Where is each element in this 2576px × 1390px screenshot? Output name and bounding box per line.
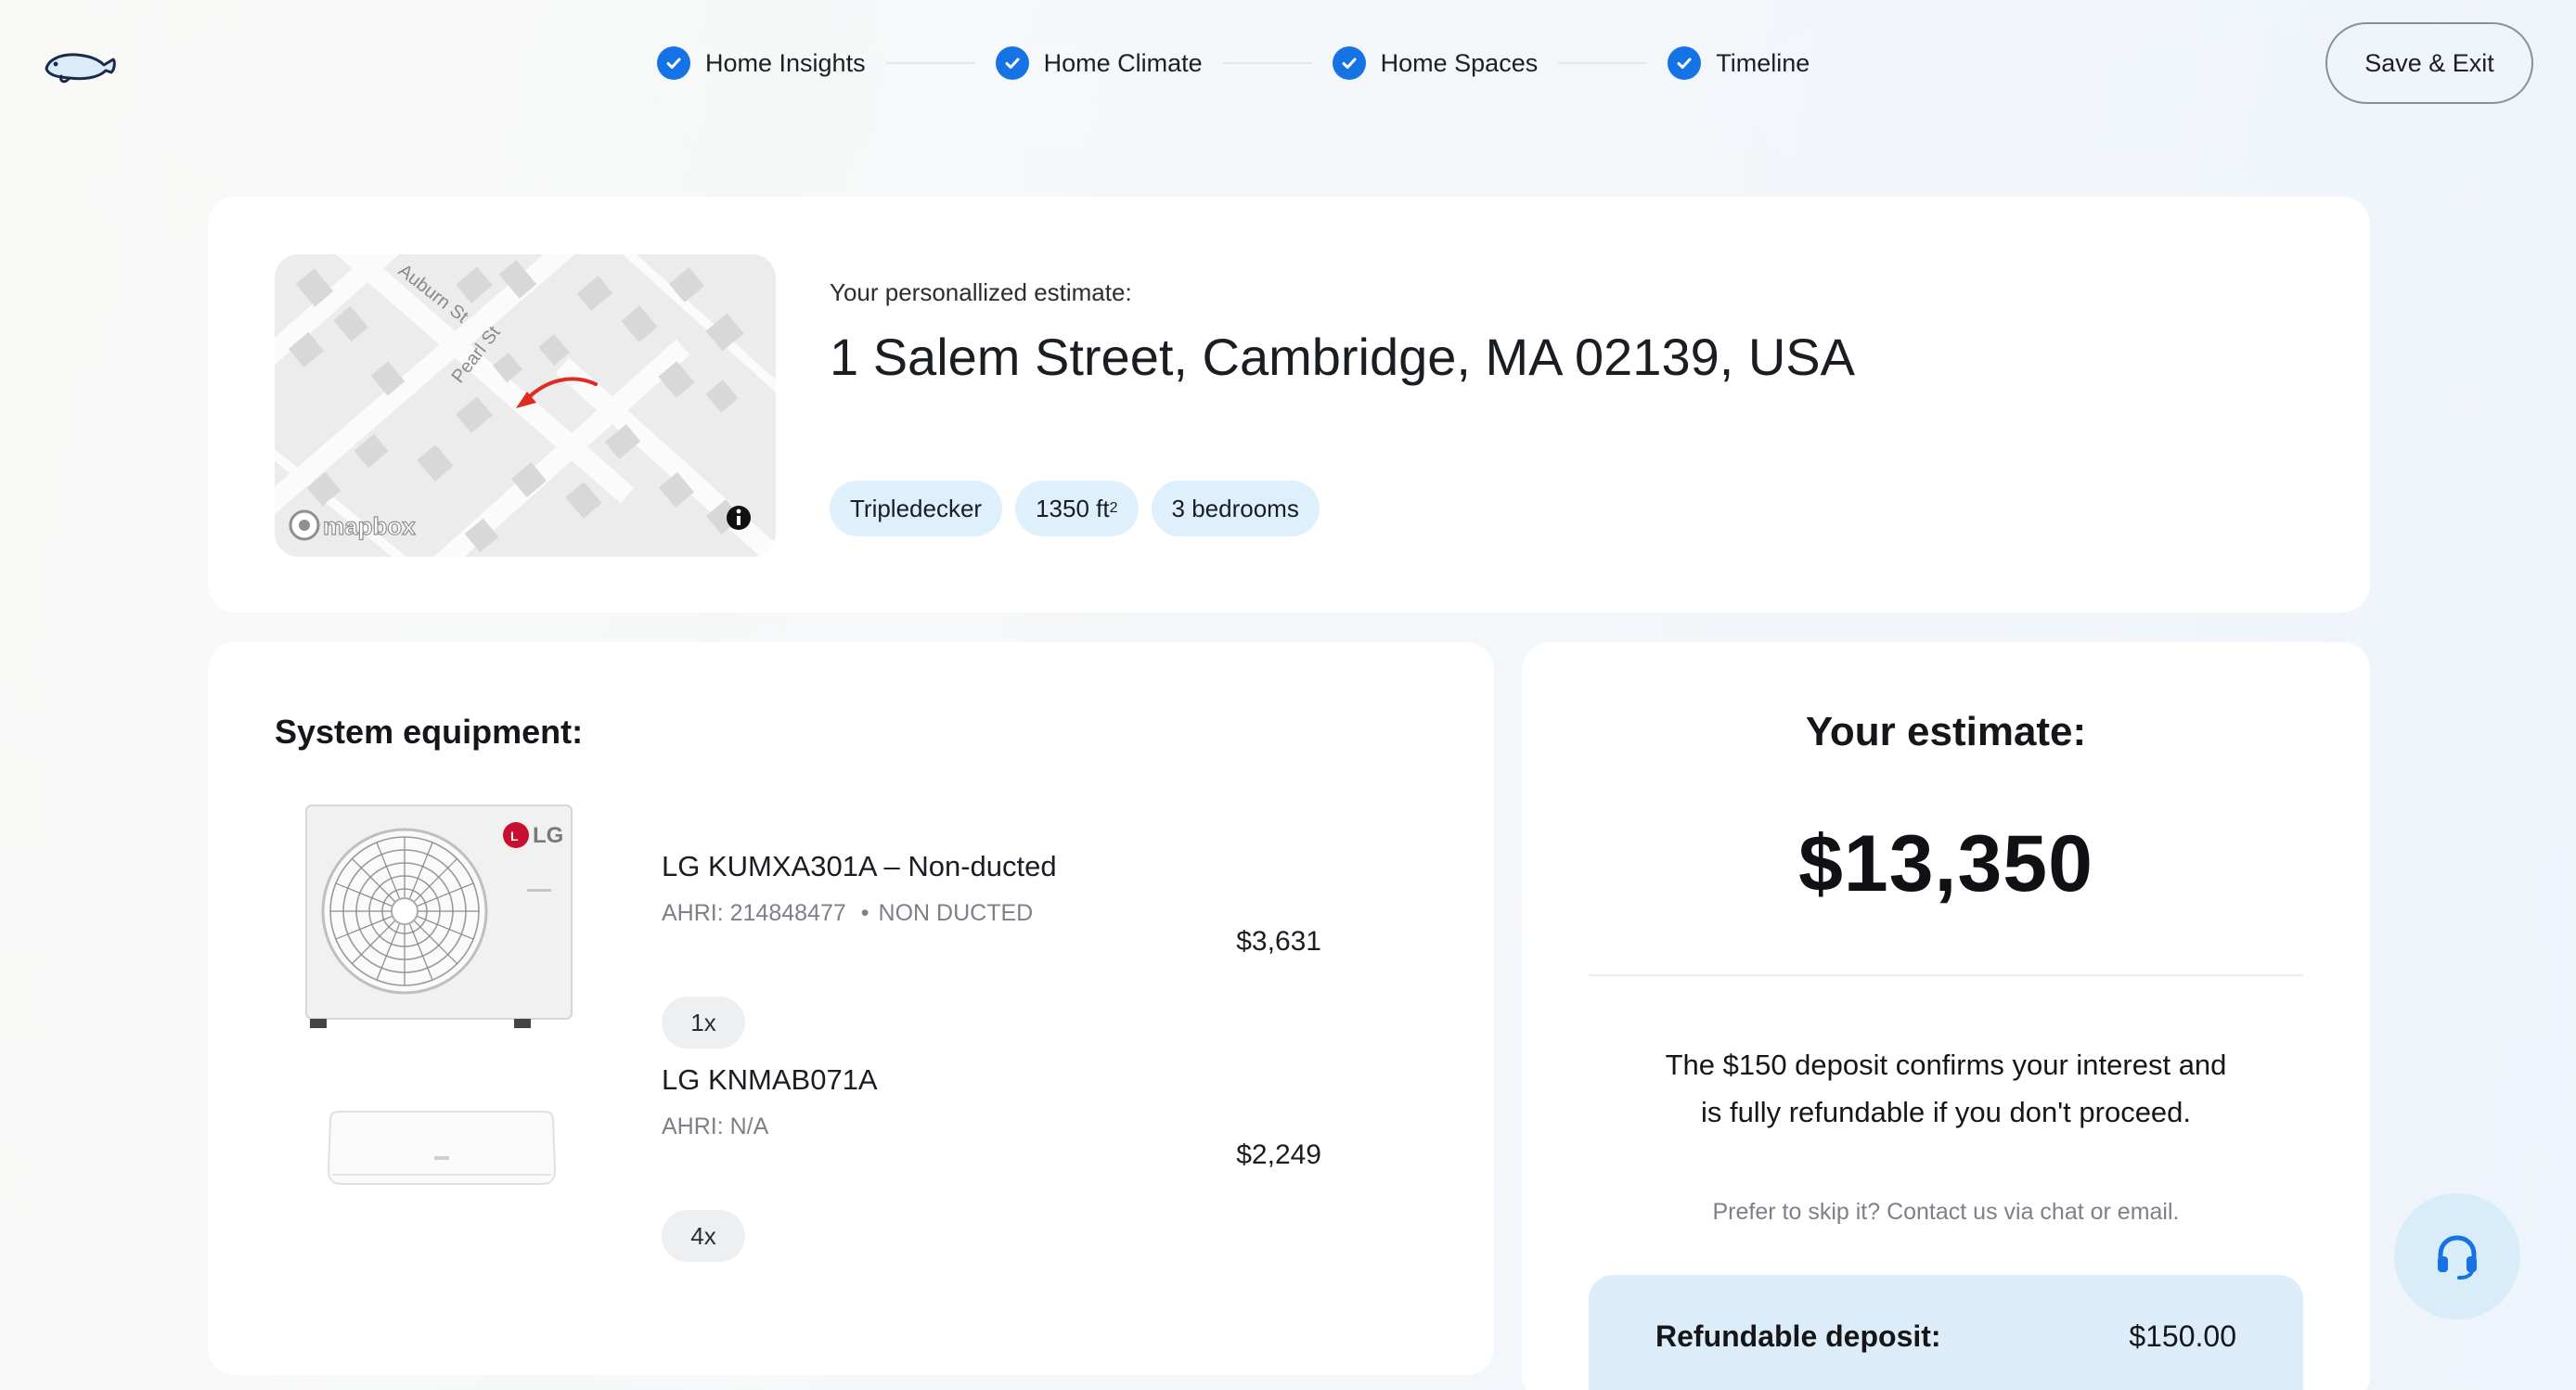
svg-text:mapbox: mapbox [323, 512, 416, 540]
step-label: Timeline [1716, 48, 1810, 77]
save-exit-button[interactable]: Save & Exit [2325, 22, 2533, 104]
lg-brand-mark: LG [533, 823, 563, 848]
equipment-item: LG KNMAB071A AHRI: N/A $2,249 4x [208, 1063, 1494, 1314]
estimate-card: Your estimate: $13,350 The $150 deposit … [1522, 642, 2370, 1390]
step-connector [1558, 62, 1648, 64]
refundable-deposit-row: Refundable deposit: $150.00 [1589, 1275, 2303, 1390]
equipment-card: System equipment: L LG LG KUMXA301A – No… [208, 642, 1494, 1375]
outdoor-unit-image: L LG [301, 800, 579, 1046]
deposit-value: $150.00 [2129, 1319, 2236, 1353]
step-label: Home Spaces [1380, 48, 1539, 77]
deposit-description: The $150 deposit confirms your interest … [1665, 1049, 2227, 1128]
property-card: Auburn St Pearl St mapbox Your personall… [208, 197, 2370, 612]
equipment-item: L LG LG KUMXA301A – Non-ducted AHRI: 214… [208, 800, 1494, 1050]
deposit-label: Refundable deposit: [1655, 1319, 1941, 1353]
deposit-skip-note: Prefer to skip it? Contact us via chat o… [1712, 1199, 2180, 1225]
info-icon[interactable] [727, 506, 751, 530]
divider [1589, 974, 2303, 976]
step-home-spaces[interactable]: Home Spaces [1332, 46, 1539, 80]
support-chat-button[interactable] [2394, 1193, 2520, 1319]
area-value: 1350 ft [1036, 494, 1110, 522]
step-connector [1222, 62, 1312, 64]
equipment-type: NON DUCTED [878, 900, 1034, 926]
check-icon [995, 46, 1029, 80]
step-connector [885, 62, 975, 64]
progress-stepper: Home Insights Home Climate Home Spaces T… [657, 43, 1810, 84]
property-address: 1 Salem Street, Cambridge, MA 02139, USA [830, 328, 1855, 386]
check-icon [1332, 46, 1366, 80]
tag-bedrooms: 3 bedrooms [1151, 481, 1320, 536]
estimate-amount: $13,350 [1798, 819, 2093, 908]
tag-area: 1350 ft 2 [1015, 481, 1139, 536]
equipment-meta: AHRI: 214848477 • NON DUCTED [662, 900, 1034, 926]
ahri-number: AHRI: 214848477 [662, 900, 846, 926]
indoor-unit-image [323, 1106, 560, 1203]
check-icon [1668, 46, 1702, 80]
tag-home-type: Tripledecker [830, 481, 1003, 536]
step-label: Home Insights [705, 48, 866, 77]
estimate-title: Your estimate: [1805, 709, 2087, 754]
manatee-logo-icon[interactable] [41, 41, 117, 85]
equipment-price: $2,249 [1236, 1139, 1321, 1170]
equipment-meta: AHRI: N/A [662, 1113, 768, 1140]
step-home-insights[interactable]: Home Insights [657, 46, 866, 80]
property-tags: Tripledecker 1350 ft 2 3 bedrooms [830, 481, 1320, 536]
top-bar: Home Insights Home Climate Home Spaces T… [0, 0, 2576, 130]
svg-text:L: L [510, 829, 519, 843]
quantity-badge: 4x [662, 1210, 745, 1262]
ahri-number: AHRI: N/A [662, 1113, 769, 1139]
step-timeline[interactable]: Timeline [1668, 46, 1810, 80]
property-map[interactable]: Auburn St Pearl St mapbox [275, 254, 776, 557]
step-home-climate[interactable]: Home Climate [995, 46, 1203, 80]
step-label: Home Climate [1043, 48, 1203, 77]
equipment-title: System equipment: [275, 713, 584, 751]
check-icon [657, 46, 690, 80]
equipment-price: $3,631 [1236, 926, 1321, 957]
quantity-badge: 1x [662, 997, 745, 1049]
equipment-name: LG KUMXA301A – Non-ducted [662, 850, 1057, 882]
estimate-label: Your personallized estimate: [830, 278, 1132, 306]
mapbox-logo-icon: mapbox [289, 509, 417, 541]
headset-icon [2438, 1235, 2477, 1280]
equipment-name: LG KNMAB071A [662, 1063, 878, 1096]
